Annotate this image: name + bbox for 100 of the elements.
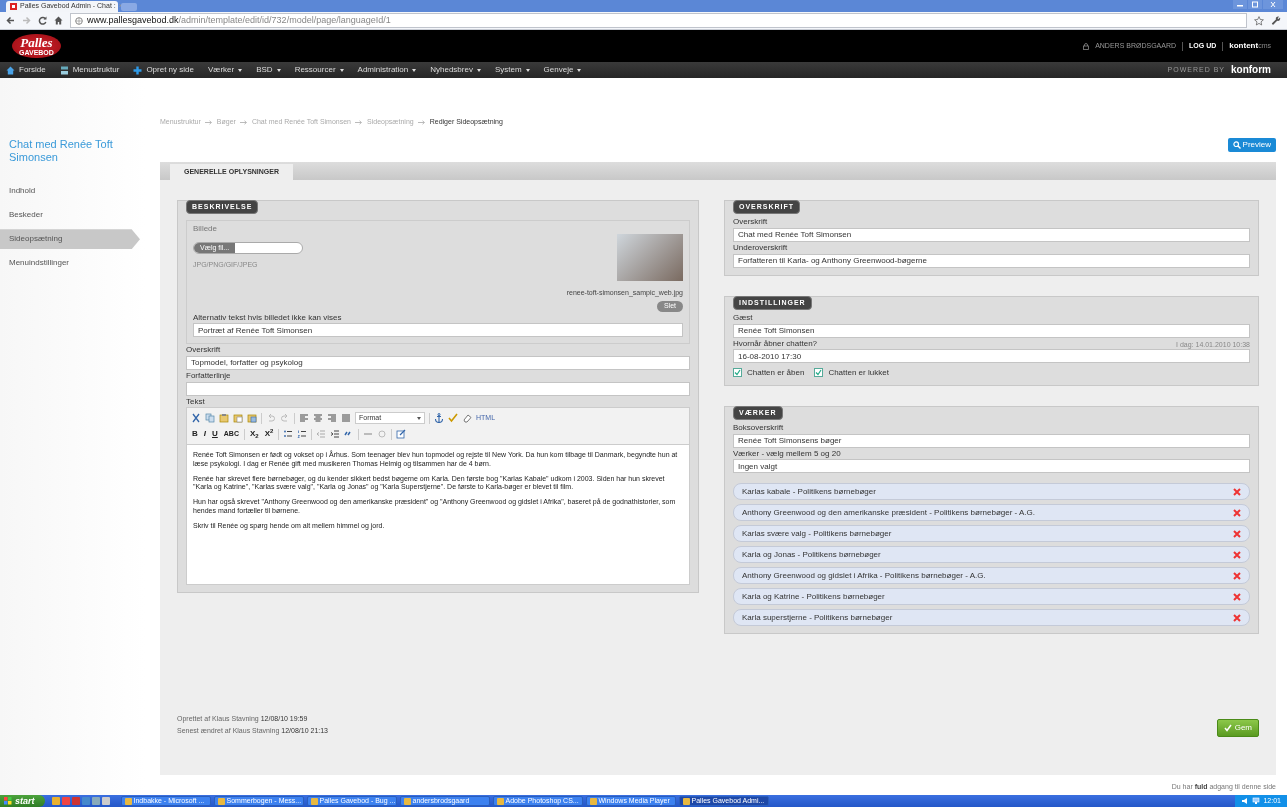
input-field[interactable] [186,381,690,396]
close-icon[interactable] [1263,0,1283,9]
nav-menu-item[interactable]: Opret ny side [133,65,194,75]
align-center-icon[interactable] [313,413,323,424]
group-legend: Billede [193,224,683,234]
format-button[interactable]: U [211,429,219,439]
input-field[interactable]: Forfatteren til Karla- og Anthony Greenwood-bøgerne [733,253,1250,268]
app-icon [310,797,318,805]
nav-menu-item[interactable]: BSD [256,65,281,75]
numbered-list-icon[interactable] [297,429,308,440]
checkbox-label: Chatten er åben [747,368,805,378]
clipboard-icon[interactable] [247,413,257,424]
input-field[interactable]: Renée Toft Simonsen [733,323,1250,338]
field-label: Overskrift [733,217,769,227]
caret-icon [476,68,481,72]
field-label: Tekst [186,396,206,407]
outdent-icon[interactable] [316,429,327,440]
caret-icon [276,68,281,72]
nav-menu-item[interactable]: Genveje [543,65,582,75]
nav-menu-item[interactable]: Ressourcer [294,65,344,75]
app-icon [403,797,411,805]
input-field[interactable]: Portræt af Renée Toft Simonsen [193,323,683,338]
field-label: Overskrift [186,345,222,355]
input-field[interactable]: Chat med Renée Toft Simonsen [733,227,1250,242]
selected-work-item: Karlas svære valg - Politikens børnebøger [733,525,1250,543]
caret-icon [525,68,530,72]
clipboard-icon[interactable] [233,413,243,424]
app-icon [589,797,597,805]
sidebar-title: Chat med Renée Toft Simonsen [8,138,114,165]
align-right-icon[interactable] [327,413,337,424]
favicon-icon [10,3,17,10]
checkbox[interactable] [733,368,742,378]
nav-menu-item[interactable]: Administration [357,65,417,75]
format-button[interactable]: X$^{2}$ [263,429,275,439]
copy-icon[interactable] [205,413,215,424]
sidebar-item[interactable]: Indhold [0,181,140,202]
home-icon[interactable] [54,16,63,25]
selected-work-item: Karla og Jonas - Politikens børnebøger [733,546,1250,564]
remove-icon[interactable] [1233,571,1241,580]
undo-icon[interactable] [266,413,276,424]
align-left-icon[interactable] [299,413,309,424]
back-icon[interactable] [6,16,15,25]
remove-icon[interactable] [1233,613,1241,622]
eraser-icon[interactable] [462,413,472,424]
checkbox[interactable] [814,368,824,378]
nav-menu-item[interactable]: Forside [6,65,46,75]
indent-icon[interactable] [330,429,341,440]
field-label: Alternativ tekst hvis billedet ikke kan vises [193,312,343,323]
app-icon [496,797,504,805]
date-field[interactable]: 16-08-2010 17:30 [733,349,1250,364]
remove-icon[interactable] [1233,487,1241,496]
bullet-list-icon[interactable] [283,429,294,440]
sidebar-item[interactable]: Menuindstillinger [0,253,140,274]
arrow-icon [355,119,363,125]
maximize-icon[interactable] [1248,0,1262,9]
start-button[interactable]: start [0,795,45,807]
checkmark-icon [1223,724,1232,733]
edit-icon[interactable] [396,429,407,440]
sidebar-item[interactable]: Beskeder [0,205,140,226]
preview-button[interactable]: Preview [1227,138,1276,152]
forward-icon[interactable] [22,16,31,25]
text-editor[interactable] [186,445,690,586]
spellcheck-icon[interactable] [448,413,458,424]
nav-menu-item[interactable]: Værker [207,65,243,75]
field-label: Hvornår åbner chatten? [733,338,818,349]
address-bar[interactable]: www.pallesgavebod.dk/admin/template/edit/id/732/model/page/languageId/1 [70,13,1247,28]
remove-icon[interactable] [1233,508,1241,517]
format-button[interactable]: X$_{2}$ [248,429,260,439]
nav-menu-item[interactable]: System [494,65,530,75]
selected-work-item: Karla og Katrine - Politikens børnebøger [733,588,1250,606]
field-label: Værker - vælg mellem 5 og 20 [733,448,842,459]
format-button[interactable]: I [202,429,207,439]
caret-icon [339,68,344,72]
justify-icon[interactable] [341,413,351,424]
star-icon[interactable] [1254,15,1264,26]
wrench-icon[interactable] [1271,15,1281,26]
anchor-icon[interactable] [434,413,444,424]
sidebar-item[interactable]: Sideopsætning [0,229,140,250]
clipboard-icon[interactable] [219,413,229,424]
select-field[interactable]: Ingen valgt [733,459,1250,474]
scissors-icon[interactable] [191,413,201,424]
photo-placeholder [617,233,683,281]
input-field[interactable]: Renée Toft Simonsens bøger [733,433,1250,448]
field-label: Underoverskrift [733,242,789,253]
reload-icon[interactable] [38,16,47,25]
globe-icon [75,16,83,25]
nav-menu-item[interactable]: Nyhedsbrev [430,65,481,75]
format-button[interactable]: B [191,429,199,439]
redo-icon[interactable] [280,413,290,424]
remove-icon[interactable] [1233,529,1241,538]
input-field[interactable]: Topmodel, forfatter og psykolog [186,355,690,370]
konform-logo: konform [1231,64,1271,76]
remove-icon[interactable] [1233,550,1241,559]
url-text: www.pallesgavebod.dk/admin/template/edit/id/732/model/page/languageId/1 [87,15,391,26]
field-label: Gæst [733,312,754,323]
nav-menu-item[interactable]: Menustruktur [59,65,120,75]
caret-icon [417,416,421,420]
remove-icon[interactable] [1233,592,1241,601]
lock-icon [1083,42,1090,50]
minimize-icon[interactable] [1233,0,1247,9]
